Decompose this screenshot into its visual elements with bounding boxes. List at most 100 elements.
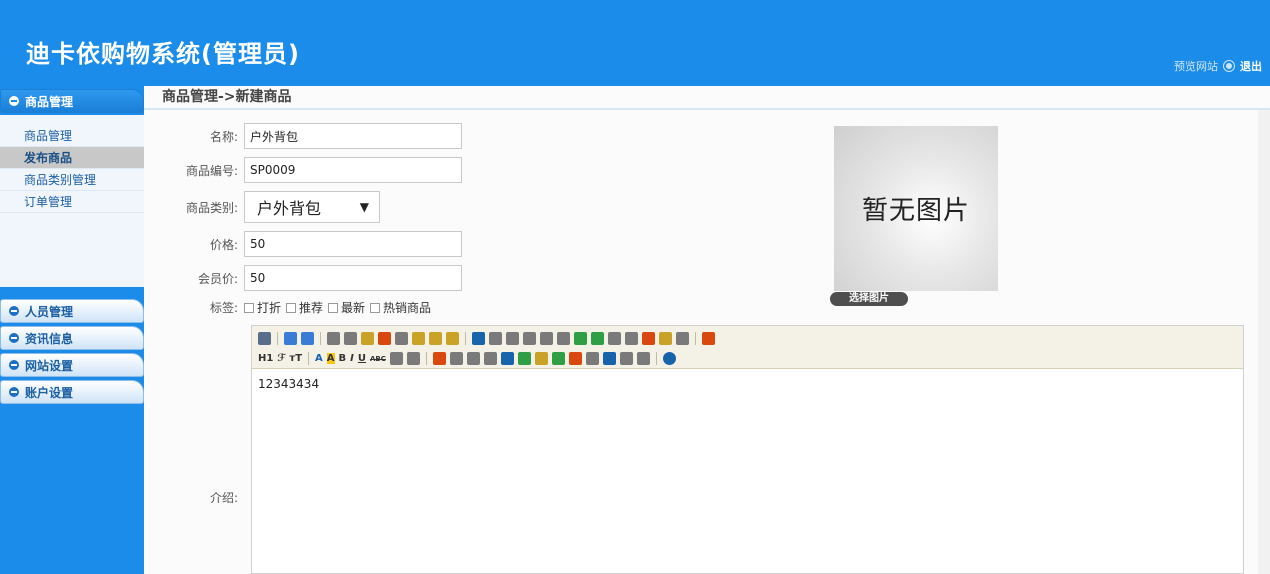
submenu-item-product-management[interactable]: 商品管理 bbox=[0, 125, 144, 147]
sidebar-submenu: 商品管理 发布商品 商品类别管理 订单管理 bbox=[0, 115, 144, 287]
outdent-icon[interactable] bbox=[591, 332, 604, 345]
logout-link[interactable]: 退出 bbox=[1240, 58, 1262, 74]
sidebar-section-account-settings[interactable]: 账户设置 bbox=[0, 380, 144, 404]
subscript-icon[interactable] bbox=[608, 332, 621, 345]
ordered-list-icon[interactable] bbox=[540, 332, 553, 345]
tag-hot[interactable]: 热销商品 bbox=[370, 299, 431, 316]
tag-discount[interactable]: 打折 bbox=[244, 299, 281, 316]
breadcrumb-divider bbox=[144, 108, 1270, 110]
category-select[interactable]: 户外背包 ▼ bbox=[244, 191, 380, 223]
hr-icon[interactable] bbox=[517, 352, 531, 365]
breadcrumb: 商品管理->新建商品 bbox=[162, 89, 292, 105]
tag-newest[interactable]: 最新 bbox=[328, 299, 365, 316]
tag-recommend[interactable]: 推荐 bbox=[286, 299, 323, 316]
expand-icon bbox=[9, 333, 19, 343]
paste-text-icon[interactable] bbox=[429, 332, 442, 345]
line-height-icon[interactable] bbox=[389, 352, 403, 365]
fullscreen-icon[interactable] bbox=[702, 332, 715, 345]
undo-icon[interactable] bbox=[284, 332, 297, 345]
editor-toolbar: H1 ℱ тT A A B I U ABC bbox=[252, 326, 1243, 369]
paste-word-icon[interactable] bbox=[446, 332, 459, 345]
submenu-item-category-management[interactable]: 商品类别管理 bbox=[0, 169, 144, 191]
align-left-icon[interactable] bbox=[472, 332, 485, 345]
expand-icon bbox=[9, 306, 19, 316]
cut-icon[interactable] bbox=[378, 332, 391, 345]
form-row-code: 商品编号: SP0009 bbox=[144, 157, 462, 183]
category-select-value: 户外背包 bbox=[257, 199, 322, 218]
source-icon[interactable] bbox=[258, 332, 271, 345]
sidebar-section-news[interactable]: 资讯信息 bbox=[0, 326, 144, 350]
editor-content-area[interactable]: 12343434 bbox=[252, 369, 1243, 399]
underline-button[interactable]: U bbox=[358, 353, 366, 364]
checkbox[interactable] bbox=[370, 302, 381, 313]
checkbox[interactable] bbox=[328, 302, 339, 313]
redo-icon[interactable] bbox=[301, 332, 314, 345]
preview-site-link[interactable]: 预览网站 bbox=[1174, 58, 1218, 74]
table-icon[interactable] bbox=[500, 352, 514, 365]
sidebar-section-label: 网站设置 bbox=[25, 358, 74, 373]
form-row-category: 商品类别: 户外背包 ▼ bbox=[144, 191, 380, 223]
form-row-tags: 标签: 打折 推荐 最新 热销商品 bbox=[144, 299, 433, 316]
app-title: 迪卡依购物系统(管理员) bbox=[26, 40, 300, 68]
image-icon[interactable] bbox=[432, 352, 446, 365]
align-right-icon[interactable] bbox=[506, 332, 519, 345]
page-scrollbar[interactable] bbox=[1258, 110, 1270, 574]
price-input[interactable]: 50 bbox=[244, 231, 462, 257]
superscript-icon[interactable] bbox=[625, 332, 638, 345]
media-icon[interactable] bbox=[466, 352, 480, 365]
tags-checkbox-group: 打折 推荐 最新 热销商品 bbox=[244, 299, 433, 316]
category-label: 商品类别: bbox=[185, 200, 238, 215]
template-icon[interactable] bbox=[361, 332, 374, 345]
unordered-list-icon[interactable] bbox=[557, 332, 570, 345]
toolbar-row-2: H1 ℱ тT A A B I U ABC bbox=[258, 350, 1237, 367]
copy-icon[interactable] bbox=[395, 332, 408, 345]
sidebar-section-label: 人员管理 bbox=[25, 304, 74, 319]
choose-image-button[interactable]: 选择图片 bbox=[830, 292, 908, 306]
strikethrough-button[interactable]: ABC bbox=[370, 355, 386, 363]
font-family-button[interactable]: ℱ bbox=[277, 353, 285, 364]
main-content: 商品管理->新建商品 名称: 户外背包 商品编号: SP0009 商品类别: 户… bbox=[144, 86, 1270, 574]
preview-icon[interactable] bbox=[327, 332, 340, 345]
font-size-button[interactable]: тT bbox=[289, 353, 302, 364]
attachment-icon[interactable] bbox=[483, 352, 497, 365]
form-row-member-price: 会员价: 50 bbox=[144, 265, 462, 291]
code-input[interactable]: SP0009 bbox=[244, 157, 462, 183]
sidebar-section-staff[interactable]: 人员管理 bbox=[0, 299, 144, 323]
flash-icon[interactable] bbox=[449, 352, 463, 365]
date-icon[interactable] bbox=[568, 352, 582, 365]
link-icon[interactable] bbox=[619, 352, 633, 365]
tags-label: 标签: bbox=[209, 301, 238, 315]
select-all-icon[interactable] bbox=[659, 332, 672, 345]
indent-icon[interactable] bbox=[574, 332, 587, 345]
sidebar-section-product[interactable]: 商品管理 bbox=[0, 89, 144, 113]
name-input[interactable]: 户外背包 bbox=[244, 123, 462, 149]
italic-button[interactable]: I bbox=[350, 353, 354, 364]
heading-button[interactable]: H1 bbox=[258, 353, 273, 364]
paste-icon[interactable] bbox=[412, 332, 425, 345]
eraser-icon[interactable] bbox=[406, 352, 420, 365]
map-icon[interactable] bbox=[551, 352, 565, 365]
checkbox[interactable] bbox=[244, 302, 254, 313]
unlink-icon[interactable] bbox=[636, 352, 650, 365]
align-justify-icon[interactable] bbox=[523, 332, 536, 345]
text-color-button[interactable]: A bbox=[315, 353, 323, 364]
submenu-item-order-management[interactable]: 订单管理 bbox=[0, 191, 144, 213]
help-icon[interactable] bbox=[662, 352, 676, 365]
submenu-item-publish-product[interactable]: 发布商品 bbox=[0, 147, 144, 169]
expand-icon bbox=[9, 387, 19, 397]
pointer-icon[interactable] bbox=[676, 332, 689, 345]
member-price-input[interactable]: 50 bbox=[244, 265, 462, 291]
form-row-name: 名称: 户外背包 bbox=[144, 123, 462, 149]
product-image-preview: 暂无图片 bbox=[834, 126, 998, 291]
emoticon-icon[interactable] bbox=[534, 352, 548, 365]
highlight-color-button[interactable]: A bbox=[326, 353, 335, 364]
align-center-icon[interactable] bbox=[489, 332, 502, 345]
print-icon[interactable] bbox=[344, 332, 357, 345]
bold-button[interactable]: B bbox=[339, 353, 347, 364]
time-icon[interactable] bbox=[585, 352, 599, 365]
clear-format-icon[interactable] bbox=[642, 332, 655, 345]
sidebar-section-site-settings[interactable]: 网站设置 bbox=[0, 353, 144, 377]
app-header: 迪卡依购物系统(管理员) 预览网站 退出 bbox=[0, 0, 1270, 86]
anchor-icon[interactable] bbox=[602, 352, 616, 365]
checkbox[interactable] bbox=[286, 302, 297, 313]
